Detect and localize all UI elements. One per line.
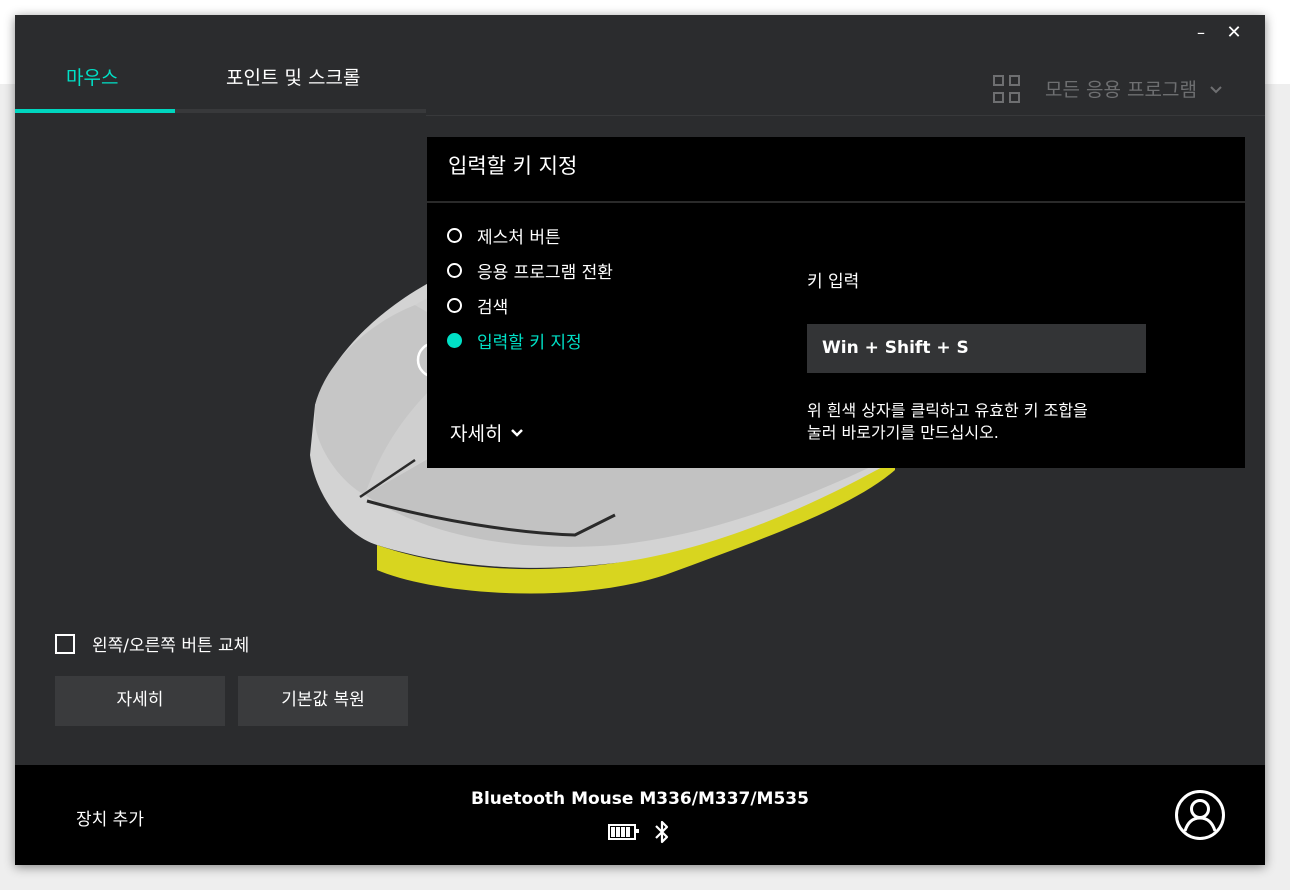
details-button[interactable]: 자세히 <box>55 676 225 726</box>
radio-selected-icon <box>447 333 462 348</box>
grid-icon <box>993 75 1020 103</box>
option-label: 입력할 키 지정 <box>477 333 582 353</box>
app-filter-label: 모든 응용 프로그램 <box>1045 78 1197 101</box>
swap-buttons-checkbox[interactable]: 왼쪽/오른쪽 버튼 교체 <box>55 631 249 656</box>
app-window: – ✕ 마우스 포인트 및 스크롤 모든 응용 프로그램 입력할 키 지정 제스… <box>15 15 1265 865</box>
radio-icon <box>447 298 462 313</box>
footer-bar: 장치 추가 Bluetooth Mouse M336/M337/M535 <box>15 765 1265 865</box>
device-status-icons <box>608 819 670 845</box>
close-button[interactable]: ✕ <box>1222 21 1246 45</box>
bluetooth-icon <box>655 820 669 844</box>
chevron-down-icon <box>1210 86 1222 94</box>
option-assign-key[interactable]: 입력할 키 지정 <box>447 328 582 353</box>
chevron-down-icon <box>511 428 524 437</box>
option-label: 검색 <box>477 298 509 318</box>
radio-icon <box>447 263 462 278</box>
swap-buttons-label: 왼쪽/오른쪽 버튼 교체 <box>92 636 250 656</box>
key-input-label: 키 입력 <box>807 272 860 292</box>
minimize-button[interactable]: – <box>1189 21 1213 45</box>
panel-details-toggle[interactable]: 자세히 <box>450 419 524 446</box>
assign-key-panel: 입력할 키 지정 제스처 버튼 응용 프로그램 전환 검색 입력할 키 지정 자… <box>427 137 1245 468</box>
active-tab-indicator <box>15 109 175 113</box>
app-filter-dropdown[interactable]: 모든 응용 프로그램 <box>993 73 1223 103</box>
tab-point-scroll[interactable]: 포인트 및 스크롤 <box>226 63 360 90</box>
panel-title: 입력할 키 지정 <box>448 154 578 178</box>
help-line-2: 눌러 바로가기를 만드십시오. <box>807 423 999 442</box>
panel-divider <box>427 201 1245 203</box>
header-divider <box>426 115 1265 116</box>
option-search[interactable]: 검색 <box>447 293 508 318</box>
key-combo-input[interactable]: Win + Shift + S <box>807 324 1146 373</box>
checkbox-icon <box>55 633 75 654</box>
option-app-switch[interactable]: 응용 프로그램 전환 <box>447 258 613 283</box>
restore-defaults-button[interactable]: 기본값 복원 <box>238 676 408 726</box>
radio-icon <box>447 228 462 243</box>
tab-bar: 마우스 포인트 및 스크롤 <box>15 55 426 115</box>
account-icon[interactable] <box>1174 789 1226 841</box>
details-label: 자세히 <box>450 423 503 445</box>
battery-icon <box>608 824 639 840</box>
option-label: 응용 프로그램 전환 <box>477 263 613 283</box>
key-help-text: 위 흰색 상자를 클릭하고 유효한 키 조합을 눌러 바로가기를 만드십시오. <box>807 400 1167 444</box>
tab-mouse[interactable]: 마우스 <box>66 63 118 90</box>
device-name: Bluetooth Mouse M336/M337/M535 <box>471 789 809 809</box>
option-label: 제스처 버튼 <box>477 228 561 248</box>
option-gesture-button[interactable]: 제스처 버튼 <box>447 223 561 248</box>
help-line-1: 위 흰색 상자를 클릭하고 유효한 키 조합을 <box>807 401 1088 420</box>
